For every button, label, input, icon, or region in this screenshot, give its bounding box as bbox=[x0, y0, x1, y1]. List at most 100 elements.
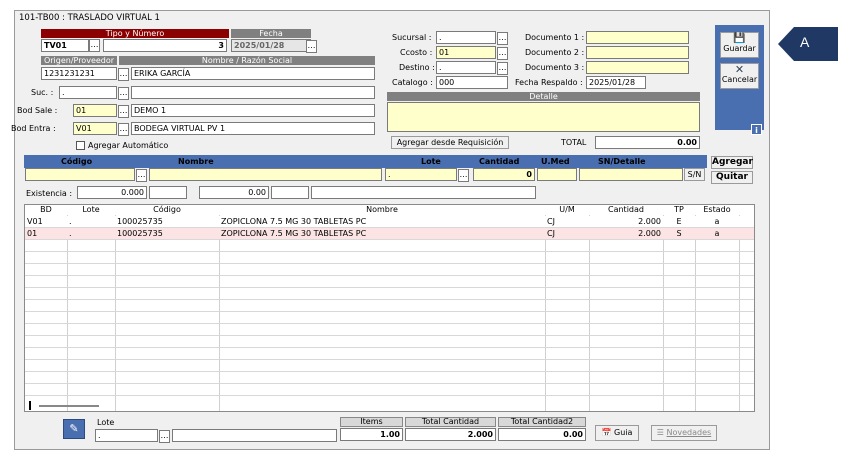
suc-label: Suc. : bbox=[31, 88, 54, 97]
documento1-field[interactable] bbox=[586, 31, 689, 44]
entry-umed-input[interactable] bbox=[537, 168, 577, 181]
nombre-field[interactable]: ERIKA GARCÍA bbox=[131, 67, 375, 80]
cell-um: CJ bbox=[547, 229, 555, 238]
attach-icon[interactable]: ✎ bbox=[63, 419, 85, 439]
agregar-automatico-checkbox[interactable] bbox=[76, 141, 85, 150]
entry-codigo-lookup-button[interactable]: … bbox=[136, 169, 147, 182]
col-header-nombre[interactable]: Nombre bbox=[219, 205, 545, 215]
bod-sale-lookup-button[interactable]: … bbox=[118, 105, 129, 118]
bod-entra-name-field[interactable]: BODEGA VIRTUAL PV 1 bbox=[131, 122, 375, 135]
col-header-estado[interactable]: Estado bbox=[695, 205, 739, 215]
col-header-lote[interactable]: Lote bbox=[67, 205, 115, 215]
cell-codigo: 100025735 bbox=[117, 229, 163, 238]
cell-cantidad: 2.000 bbox=[638, 217, 661, 226]
existencia-field-2 bbox=[149, 186, 187, 199]
sn-button[interactable]: S/N bbox=[684, 168, 705, 181]
entry-nombre-header: Nombre bbox=[178, 157, 214, 166]
side-panel: 💾 Guardar ✕ Cancelar bbox=[715, 25, 764, 130]
grid-horizontal-scrollbar[interactable] bbox=[39, 405, 99, 407]
fecha-header: Fecha bbox=[231, 29, 311, 38]
documento2-label: Documento 2 : bbox=[525, 48, 585, 57]
cell-bd: V01 bbox=[27, 217, 43, 226]
col-header-cantidad[interactable]: Cantidad bbox=[589, 205, 663, 215]
detalle-header: Detalle bbox=[387, 92, 700, 101]
catalogo-field[interactable]: 000 bbox=[436, 76, 508, 89]
sucursal-lookup-button[interactable]: … bbox=[497, 32, 508, 45]
ccosto-field[interactable]: 01 bbox=[436, 46, 496, 59]
guia-label: Guia bbox=[614, 428, 633, 437]
tipo-numero-header: Tipo y Número bbox=[41, 29, 229, 38]
ccosto-lookup-button[interactable]: … bbox=[497, 47, 508, 60]
guia-button[interactable]: 📅 Guia bbox=[595, 425, 639, 441]
suc-field[interactable]: . bbox=[59, 86, 117, 99]
entry-cantidad-input[interactable]: 0 bbox=[473, 168, 535, 181]
callout-label: A bbox=[800, 34, 810, 50]
bod-sale-field[interactable]: 01 bbox=[73, 104, 117, 117]
suc-lookup-button[interactable]: … bbox=[118, 87, 129, 100]
footer-lote-lookup-button[interactable]: … bbox=[159, 430, 170, 443]
items-grid[interactable]: BD Lote Código Nombre U/M Cantidad TP Es… bbox=[24, 204, 755, 412]
entry-nombre-input[interactable] bbox=[149, 168, 382, 181]
cell-cantidad: 2.000 bbox=[638, 229, 661, 238]
agregar-requisicion-button[interactable]: Agregar desde Requisición bbox=[391, 136, 509, 149]
cell-bd: 01 bbox=[27, 229, 38, 238]
total-field: 0.00 bbox=[595, 136, 700, 149]
cell-nombre: ZOPICLONA 7.5 MG 30 TABLETAS PC bbox=[221, 217, 367, 226]
origen-header: Origen/Proveedor bbox=[41, 56, 117, 65]
detalle-textarea[interactable] bbox=[387, 102, 700, 132]
bod-entra-field[interactable]: V01 bbox=[73, 122, 117, 135]
footer-lote-name-field[interactable] bbox=[172, 429, 337, 442]
items-field: 1.00 bbox=[340, 428, 403, 441]
numero-field[interactable]: 3 bbox=[103, 39, 227, 52]
nombre-header: Nombre / Razón Social bbox=[119, 56, 375, 65]
quitar-button[interactable]: Quitar bbox=[711, 171, 753, 184]
destino-lookup-button[interactable]: … bbox=[497, 62, 508, 75]
documento2-field[interactable] bbox=[586, 46, 689, 59]
tipo-lookup-button[interactable]: … bbox=[89, 39, 100, 52]
documento3-field[interactable] bbox=[586, 61, 689, 74]
total-cantidad-header: Total Cantidad bbox=[405, 417, 496, 427]
suc-name-field[interactable] bbox=[131, 86, 375, 99]
window-title: 101-TB00 : TRASLADO VIRTUAL 1 bbox=[19, 13, 160, 23]
fecha-respaldo-field[interactable]: 2025/01/28 bbox=[586, 76, 646, 89]
cell-lote: . bbox=[69, 217, 72, 226]
col-header-um[interactable]: U/M bbox=[545, 205, 589, 215]
bod-entra-lookup-button[interactable]: … bbox=[118, 123, 129, 136]
fecha-field[interactable]: 2025/01/28 bbox=[231, 39, 311, 52]
total-label: TOTAL bbox=[561, 138, 587, 147]
entry-sn-input[interactable] bbox=[579, 168, 683, 181]
col-header-bd[interactable]: BD bbox=[25, 205, 67, 215]
footer-lote-field[interactable]: . bbox=[95, 429, 158, 442]
bod-sale-name-field[interactable]: DEMO 1 bbox=[131, 104, 375, 117]
documento1-label: Documento 1 : bbox=[525, 33, 585, 42]
fecha-picker-button[interactable]: … bbox=[306, 40, 317, 53]
ccosto-label: Ccosto : bbox=[400, 48, 433, 57]
table-row-selected[interactable]: 01 . 100025735 ZOPICLONA 7.5 MG 30 TABLE… bbox=[25, 228, 754, 240]
table-row[interactable]: V01 . 100025735 ZOPICLONA 7.5 MG 30 TABL… bbox=[25, 216, 754, 228]
cell-lote: . bbox=[69, 229, 72, 238]
cell-nombre: ZOPICLONA 7.5 MG 30 TABLETAS PC bbox=[221, 229, 367, 238]
cell-um: CJ bbox=[547, 217, 555, 226]
entry-lote-input[interactable]: . bbox=[385, 168, 457, 181]
guardar-button[interactable]: 💾 Guardar bbox=[720, 32, 759, 58]
total-cantidad-field: 2.000 bbox=[405, 428, 496, 441]
col-header-tp[interactable]: TP bbox=[663, 205, 695, 215]
origen-lookup-button[interactable]: … bbox=[118, 68, 129, 81]
cell-estado: a bbox=[714, 229, 720, 238]
cancelar-button[interactable]: ✕ Cancelar bbox=[720, 63, 759, 89]
origen-field[interactable]: 1231231231 bbox=[41, 67, 117, 80]
destino-field[interactable]: . bbox=[436, 61, 496, 74]
calendar-icon: 📅 bbox=[601, 428, 612, 437]
cell-tp: E bbox=[676, 217, 682, 226]
destino-label: Destino : bbox=[399, 63, 435, 72]
tipo-field[interactable]: TV01 bbox=[41, 39, 89, 52]
entry-codigo-header: Código bbox=[61, 157, 93, 166]
sucursal-label: Sucursal : bbox=[392, 33, 432, 42]
entry-lote-lookup-button[interactable]: … bbox=[458, 169, 469, 182]
entry-codigo-input[interactable] bbox=[25, 168, 135, 181]
col-header-codigo[interactable]: Código bbox=[115, 205, 219, 215]
info-icon[interactable]: i bbox=[751, 124, 762, 135]
novedades-button[interactable]: ☰ Novedades bbox=[651, 425, 717, 441]
sucursal-field[interactable]: . bbox=[436, 31, 496, 44]
agregar-button[interactable]: Agregar bbox=[711, 156, 753, 169]
